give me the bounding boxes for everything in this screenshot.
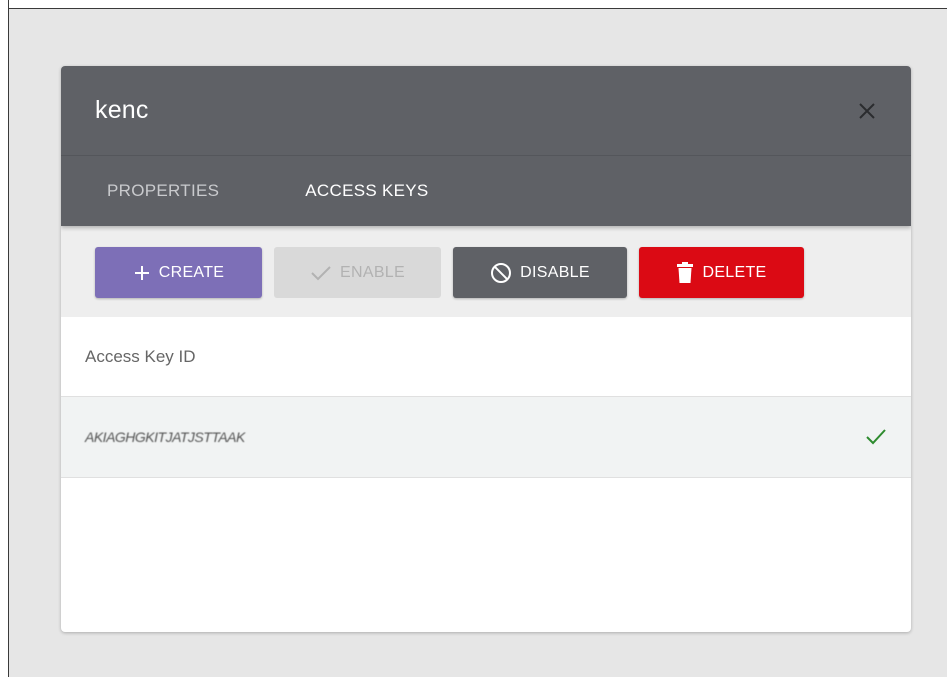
delete-button-label: DELETE xyxy=(702,263,767,281)
access-key-id: AKIAGHGKITJATJSTTAAK xyxy=(85,429,245,445)
create-button-label: CREATE xyxy=(158,263,225,281)
create-button[interactable]: CREATE xyxy=(95,247,262,298)
title-row: kenc xyxy=(61,66,911,156)
trash-icon xyxy=(676,261,694,284)
dialog-header: kenc PROPERTIES ACCESS KEYS xyxy=(61,66,911,226)
tab-properties[interactable]: PROPERTIES xyxy=(107,181,219,201)
disable-button[interactable]: DISABLE xyxy=(453,247,627,298)
column-header-access-key-id: Access Key ID xyxy=(61,317,911,397)
toolbar: CREATE ENABLE DISABLE DELETE xyxy=(61,226,911,317)
tab-access-keys[interactable]: ACCESS KEYS xyxy=(305,181,428,201)
block-icon xyxy=(490,262,512,284)
tab-bar: PROPERTIES ACCESS KEYS xyxy=(61,156,911,226)
delete-button[interactable]: DELETE xyxy=(639,247,804,298)
disable-button-label: DISABLE xyxy=(520,263,590,281)
close-icon xyxy=(859,103,875,119)
user-dialog: kenc PROPERTIES ACCESS KEYS CREATE ENABL… xyxy=(61,66,911,632)
enable-button-label: ENABLE xyxy=(340,263,405,281)
enable-button[interactable]: ENABLE xyxy=(274,247,441,298)
check-icon xyxy=(310,264,332,282)
window-frame-left xyxy=(0,0,9,677)
dialog-title: kenc xyxy=(95,96,149,124)
window-frame-top xyxy=(9,0,947,9)
table-row[interactable]: AKIAGHGKITJATJSTTAAK xyxy=(61,397,911,478)
close-button[interactable] xyxy=(855,99,879,123)
check-icon xyxy=(866,429,886,445)
plus-icon xyxy=(133,264,151,282)
